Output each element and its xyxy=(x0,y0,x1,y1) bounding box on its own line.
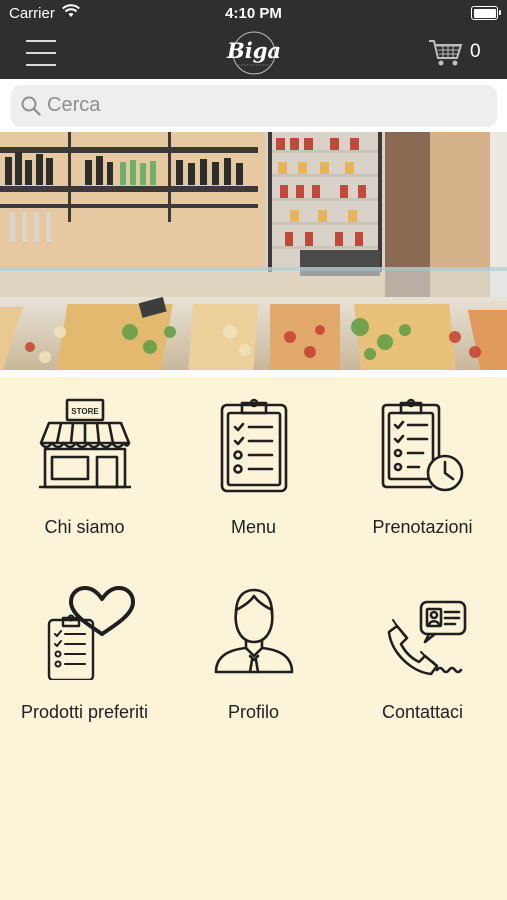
tile-label: Profilo xyxy=(227,702,280,722)
tile-label: Prenotazioni xyxy=(372,517,473,537)
status-bar: Carrier 4:10 PM xyxy=(0,0,507,28)
tile-profilo[interactable]: Profilo xyxy=(169,570,338,740)
biga-logo: Biga xyxy=(220,30,288,77)
clipboard-clock-icon xyxy=(338,385,507,505)
clock: 4:10 PM xyxy=(225,5,282,22)
tile-contattaci[interactable]: Contattaci xyxy=(338,570,507,740)
search-input[interactable]: Cerca xyxy=(11,85,497,127)
logo-text: Biga xyxy=(226,38,281,63)
search-icon xyxy=(21,96,41,121)
tile-prodotti-preferiti[interactable]: Prodotti preferiti xyxy=(0,570,169,740)
cart-icon[interactable] xyxy=(428,38,464,68)
phone-contact-icon xyxy=(338,570,507,690)
favorite-list-icon xyxy=(0,570,169,690)
store-sign-text: STORE xyxy=(71,407,99,416)
tile-prenotazioni[interactable]: Prenotazioni xyxy=(338,385,507,555)
user-icon xyxy=(169,570,338,690)
cart-count: 0 xyxy=(470,41,481,62)
tile-chi-siamo[interactable]: STORE Chi siamo xyxy=(0,385,169,555)
tile-label: Chi siamo xyxy=(44,517,125,537)
clipboard-list-icon xyxy=(169,385,338,505)
search-placeholder: Cerca xyxy=(47,94,101,116)
battery-icon xyxy=(471,6,501,20)
banner-divider xyxy=(0,370,507,377)
tile-label: Menu xyxy=(230,517,277,537)
nav-bar: Biga 0 xyxy=(0,28,507,79)
hero-banner-image xyxy=(0,132,507,370)
store-icon: STORE xyxy=(0,385,169,505)
hamburger-menu-button[interactable] xyxy=(26,37,56,69)
tile-menu[interactable]: Menu xyxy=(169,385,338,555)
tile-label: Contattaci xyxy=(381,702,464,722)
search-bar: Cerca xyxy=(0,79,507,132)
tile-label: Prodotti preferiti xyxy=(20,702,149,722)
